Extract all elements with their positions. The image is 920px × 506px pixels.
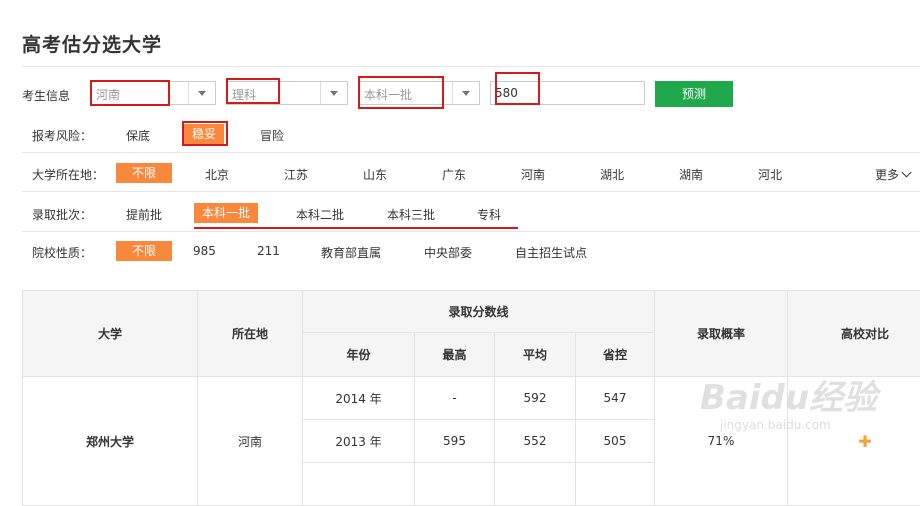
school-type-option[interactable]: 自主招生试点 [515, 244, 587, 261]
header-score-line: 录取分数线 [303, 291, 655, 333]
more-locations-button[interactable]: 更多 [875, 166, 910, 183]
predict-button[interactable]: 预测 [655, 81, 733, 107]
provincial-cell: 547 [576, 377, 655, 420]
school-type-option-any[interactable]: 不限 [116, 241, 172, 261]
max-cell: 595 [415, 420, 495, 463]
more-label: 更多 [875, 168, 899, 182]
school-type-option[interactable]: 中央部委 [424, 244, 472, 261]
watermark-url: jingyan.baidu.com [720, 418, 831, 432]
university-location: 河南 [198, 377, 303, 506]
admission-batch-label: 录取批次： [32, 206, 92, 223]
provincial-cell: 505 [576, 420, 655, 463]
location-option[interactable]: 广东 [442, 166, 466, 183]
location-option[interactable]: 河北 [758, 166, 782, 183]
admission-batch-option-selected[interactable]: 本科一批 [194, 203, 258, 223]
year-cell: 2014 年 [303, 377, 415, 420]
header-location: 所在地 [198, 291, 303, 377]
annotation-box [495, 72, 540, 105]
page-title: 高考估分选大学 [22, 30, 162, 57]
admission-batch-option[interactable]: 提前批 [126, 206, 162, 223]
header-probability: 录取概率 [655, 291, 788, 377]
chevron-down-icon [188, 82, 215, 104]
annotation-box [182, 121, 228, 146]
max-cell: - [415, 377, 495, 420]
admission-batch-option[interactable]: 专科 [477, 206, 501, 223]
annotation-box [226, 78, 280, 104]
divider [22, 231, 920, 232]
school-type-option[interactable]: 985 [193, 244, 216, 258]
university-name[interactable]: 郑州大学 [23, 377, 198, 506]
header-max: 最高 [415, 333, 495, 377]
risk-option-safe[interactable]: 保底 [126, 127, 150, 144]
location-option-any[interactable]: 不限 [116, 163, 172, 183]
location-option[interactable]: 湖北 [600, 166, 624, 183]
student-info-label: 考生信息 [22, 87, 70, 104]
divider [22, 191, 920, 192]
location-option[interactable]: 江苏 [284, 166, 308, 183]
chevron-down-icon [902, 168, 912, 178]
location-option[interactable]: 河南 [521, 166, 545, 183]
divider [22, 152, 920, 153]
risk-label: 报考风险： [32, 127, 92, 144]
location-option[interactable]: 北京 [205, 166, 229, 183]
annotation-box [358, 76, 444, 109]
chevron-down-icon [452, 82, 479, 104]
admission-batch-option[interactable]: 本科三批 [387, 206, 435, 223]
divider [22, 66, 920, 67]
header-compare: 高校对比 [788, 291, 920, 377]
watermark-logo: Baidu经验 [700, 370, 877, 419]
avg-cell: 592 [495, 377, 576, 420]
year-cell: 2013 年 [303, 420, 415, 463]
header-provincial: 省控 [576, 333, 655, 377]
annotation-underline [194, 227, 518, 229]
header-avg: 平均 [495, 333, 576, 377]
school-type-option[interactable]: 211 [257, 244, 280, 258]
chevron-down-icon [320, 82, 347, 104]
admission-batch-option[interactable]: 本科二批 [296, 206, 344, 223]
annotation-box [90, 80, 170, 106]
location-option[interactable]: 湖南 [679, 166, 703, 183]
school-type-option[interactable]: 教育部直属 [321, 244, 381, 261]
header-university: 大学 [23, 291, 198, 377]
risk-option-risky[interactable]: 冒险 [260, 127, 284, 144]
header-row: 大学 所在地 录取分数线 录取概率 高校对比 [23, 291, 920, 333]
location-label: 大学所在地： [32, 166, 104, 183]
plus-icon[interactable]: ✚ [858, 432, 871, 451]
school-type-label: 院校性质： [32, 244, 92, 261]
avg-cell: 552 [495, 420, 576, 463]
header-year: 年份 [303, 333, 415, 377]
location-option[interactable]: 山东 [363, 166, 387, 183]
